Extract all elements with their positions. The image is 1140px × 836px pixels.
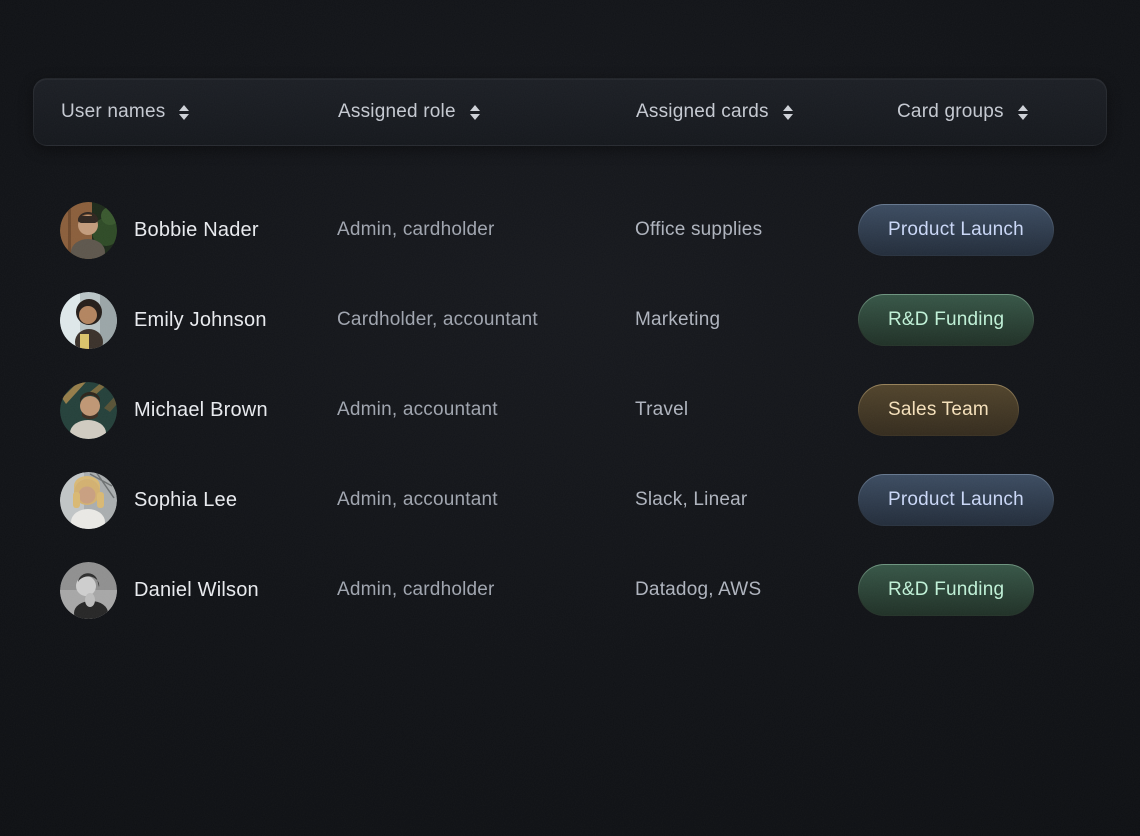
card-group-cell: R&D Funding xyxy=(858,564,1140,616)
table-row[interactable]: Sophia Lee Admin, accountant Slack, Line… xyxy=(0,455,1140,545)
card-group-badge[interactable]: Sales Team xyxy=(858,384,1019,436)
sort-icon[interactable] xyxy=(179,105,189,120)
users-table-page: User names Assigned role Assigned cards … xyxy=(0,0,1140,836)
table-row[interactable]: Daniel Wilson Admin, cardholder Datadog,… xyxy=(0,545,1140,635)
avatar xyxy=(60,202,117,259)
card-group-cell: R&D Funding xyxy=(858,294,1140,346)
card-group-badge[interactable]: Product Launch xyxy=(858,474,1054,526)
card-group-label: Product Launch xyxy=(859,205,1053,255)
assigned-cards: Office supplies xyxy=(635,219,858,241)
column-label: Card groups xyxy=(897,101,1004,123)
assigned-role: Admin, cardholder xyxy=(337,219,635,241)
column-header-assigned-role[interactable]: Assigned role xyxy=(338,101,636,123)
card-group-cell: Product Launch xyxy=(858,474,1140,526)
assigned-role: Admin, accountant xyxy=(337,489,635,511)
avatar xyxy=(60,292,117,349)
table-row[interactable]: Bobbie Nader Admin, cardholder Office su… xyxy=(0,185,1140,275)
table-body: Bobbie Nader Admin, cardholder Office su… xyxy=(0,185,1140,635)
assigned-cards: Datadog, AWS xyxy=(635,579,858,601)
user-name: Daniel Wilson xyxy=(134,579,259,602)
card-group-label: R&D Funding xyxy=(859,565,1033,615)
column-label: User names xyxy=(61,101,165,123)
column-header-user-names[interactable]: User names xyxy=(61,101,338,123)
user-cell: Michael Brown xyxy=(60,382,337,439)
card-group-label: R&D Funding xyxy=(859,295,1033,345)
column-header-card-groups[interactable]: Card groups xyxy=(878,101,1106,123)
user-cell: Daniel Wilson xyxy=(60,562,337,619)
user-name: Bobbie Nader xyxy=(134,219,259,242)
assigned-cards: Travel xyxy=(635,399,858,421)
assigned-cards: Marketing xyxy=(635,309,858,331)
user-name: Sophia Lee xyxy=(134,489,237,512)
assigned-cards: Slack, Linear xyxy=(635,489,858,511)
card-group-cell: Product Launch xyxy=(858,204,1140,256)
sort-icon[interactable] xyxy=(470,105,480,120)
user-name: Michael Brown xyxy=(134,399,268,422)
assigned-role: Cardholder, accountant xyxy=(337,309,635,331)
user-cell: Emily Johnson xyxy=(60,292,337,349)
user-name: Emily Johnson xyxy=(134,309,267,332)
card-group-badge[interactable]: Product Launch xyxy=(858,204,1054,256)
card-group-badge[interactable]: R&D Funding xyxy=(858,564,1034,616)
card-group-badge[interactable]: R&D Funding xyxy=(858,294,1034,346)
column-label: Assigned cards xyxy=(636,101,769,123)
sort-icon[interactable] xyxy=(783,105,793,120)
card-group-label: Product Launch xyxy=(859,475,1053,525)
avatar xyxy=(60,382,117,439)
table-row[interactable]: Emily Johnson Cardholder, accountant Mar… xyxy=(0,275,1140,365)
column-label: Assigned role xyxy=(338,101,456,123)
card-group-label: Sales Team xyxy=(859,385,1018,435)
table-row[interactable]: Michael Brown Admin, accountant Travel S… xyxy=(0,365,1140,455)
column-header-assigned-cards[interactable]: Assigned cards xyxy=(636,101,878,123)
table-header: User names Assigned role Assigned cards … xyxy=(33,78,1107,146)
sort-icon[interactable] xyxy=(1018,105,1028,120)
card-group-cell: Sales Team xyxy=(858,384,1140,436)
assigned-role: Admin, accountant xyxy=(337,399,635,421)
user-cell: Sophia Lee xyxy=(60,472,337,529)
avatar xyxy=(60,562,117,619)
assigned-role: Admin, cardholder xyxy=(337,579,635,601)
avatar xyxy=(60,472,117,529)
user-cell: Bobbie Nader xyxy=(60,202,337,259)
